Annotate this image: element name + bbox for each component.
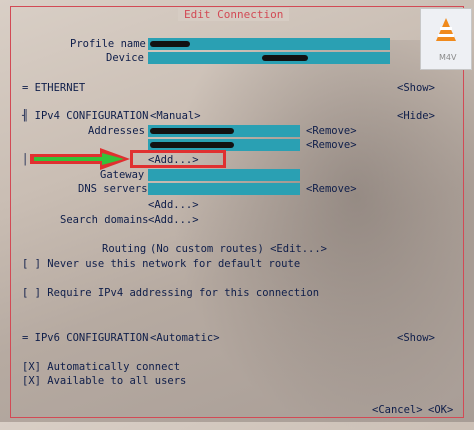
file-thumbnail[interactable]: M4V [420, 8, 472, 70]
cancel-button[interactable]: <Cancel> [372, 404, 423, 417]
remove-address-1-button[interactable]: <Remove> [306, 125, 357, 138]
routing-label: Routing [102, 243, 147, 255]
thumbnail-label: M4V [439, 53, 457, 62]
dialog-title: Edit Connection [178, 8, 290, 21]
add-search-domain-button[interactable]: <Add...> [148, 214, 199, 227]
ipv6-mode-select[interactable]: <Automatic> [150, 332, 220, 345]
redaction-bar [150, 142, 234, 148]
ipv4-mode-select[interactable]: <Manual> [150, 110, 201, 123]
routing-edit-button[interactable]: (No custom routes) <Edit...> [150, 243, 327, 256]
remove-dns-button[interactable]: <Remove> [306, 183, 357, 196]
ethernet-section-label: = ETHERNET [22, 82, 86, 94]
device-label: Device [106, 52, 144, 64]
remove-address-2-button[interactable]: <Remove> [306, 139, 357, 152]
ipv4-section-label: ╢ IPv4 CONFIGURATION [22, 110, 149, 122]
ok-button[interactable]: <OK> [428, 404, 453, 417]
search-domains-label: Search domains [60, 214, 149, 226]
add-dns-button[interactable]: <Add...> [148, 199, 199, 212]
dialog-frame [10, 6, 464, 418]
ipv4-hide-button[interactable]: <Hide> [397, 110, 435, 123]
redaction-bar [150, 128, 234, 134]
auto-connect-checkbox[interactable]: [X] Automatically connect [22, 361, 180, 374]
ipv6-show-button[interactable]: <Show> [397, 332, 435, 345]
require-ipv4-checkbox[interactable]: [ ] Require IPv4 addressing for this con… [22, 287, 319, 300]
gateway-label: Gateway [100, 169, 145, 181]
dns-label: DNS servers [78, 183, 148, 195]
dns-field[interactable] [148, 183, 300, 195]
profile-name-label: Profile name [70, 38, 146, 50]
redaction-bar [262, 55, 308, 61]
ipv6-section-label: = IPv6 CONFIGURATION [22, 332, 149, 344]
never-default-route-checkbox[interactable]: [ ] Never use this network for default r… [22, 258, 300, 271]
ethernet-show-button[interactable]: <Show> [397, 82, 435, 95]
add-address-button[interactable]: <Add...> [148, 154, 199, 167]
addresses-label: Addresses [88, 125, 145, 137]
vlc-cone-icon [436, 18, 456, 41]
redaction-bar [150, 41, 190, 47]
gateway-field[interactable] [148, 169, 300, 181]
available-all-users-checkbox[interactable]: [X] Available to all users [22, 375, 186, 388]
